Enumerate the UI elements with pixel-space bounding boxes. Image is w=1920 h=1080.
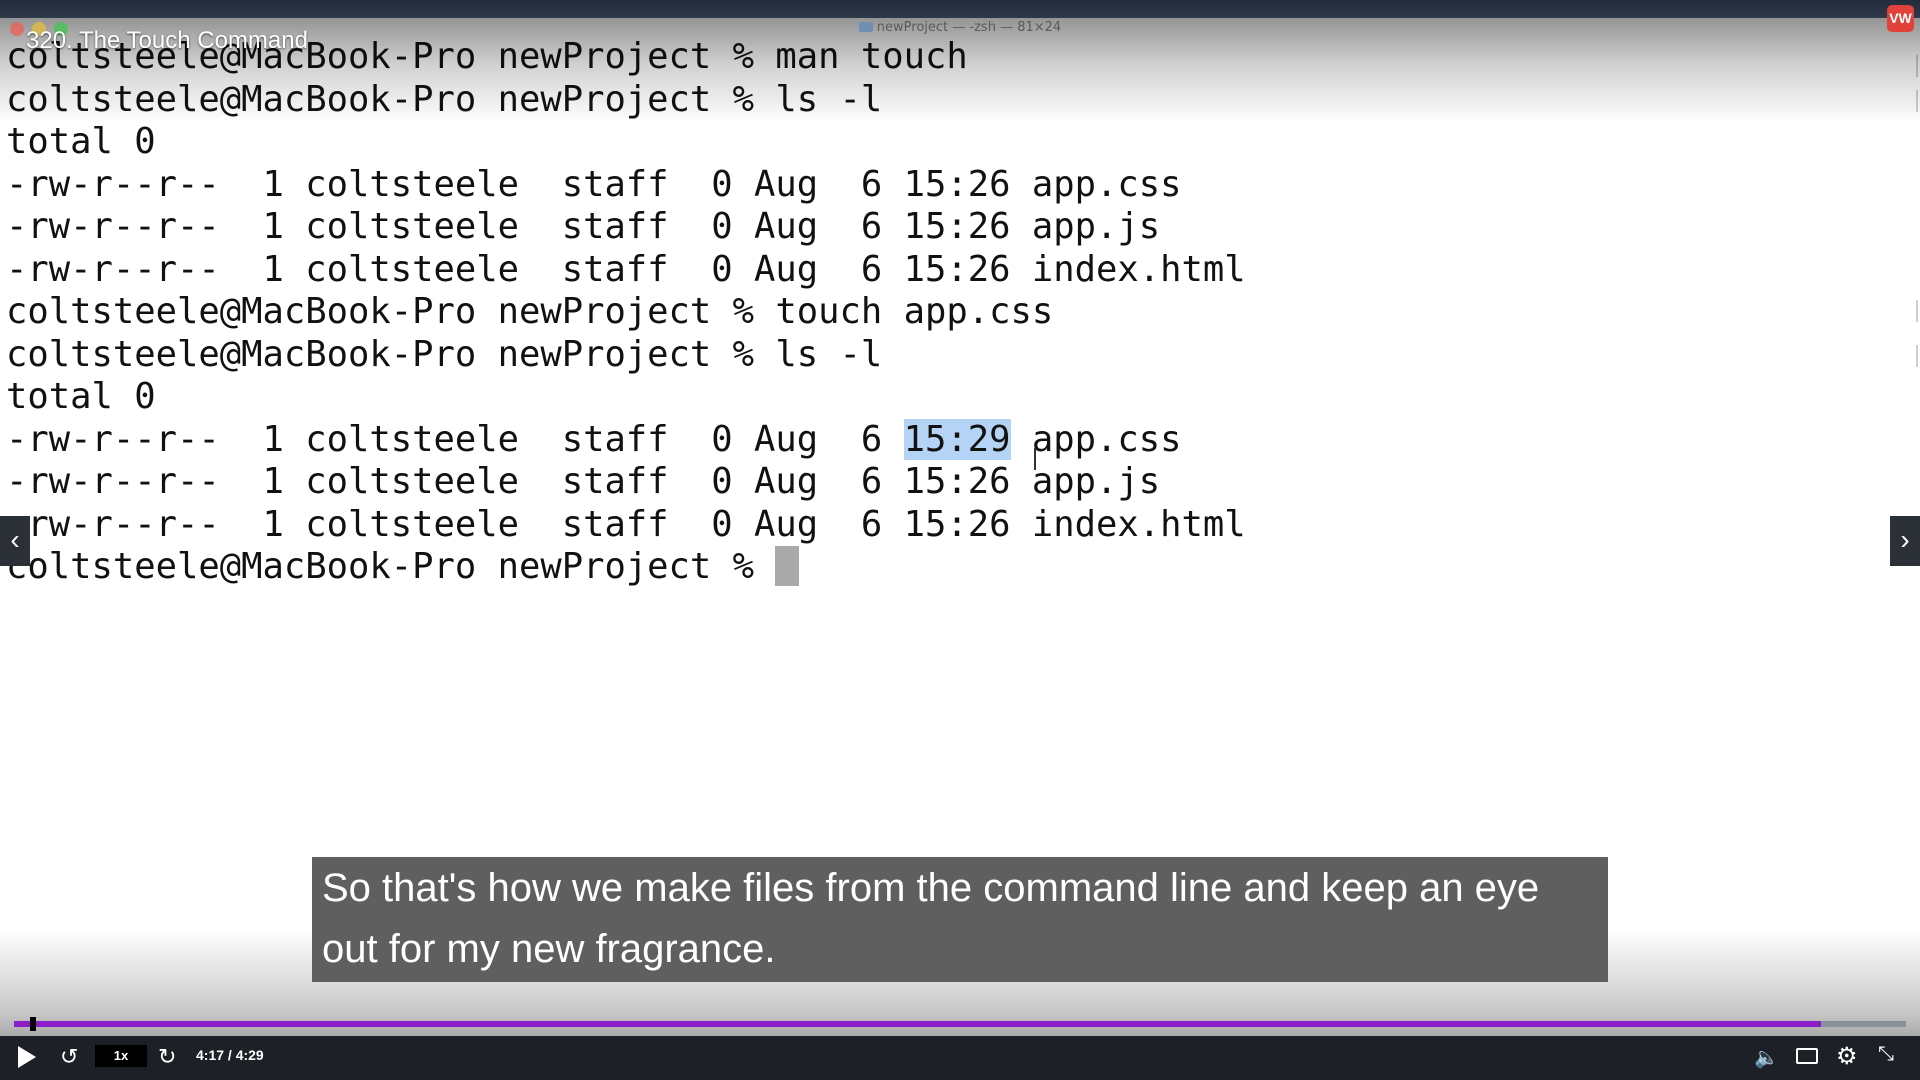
player-controls [0, 1036, 1920, 1080]
scroll-marker [1916, 300, 1918, 322]
subtitle-caption: So that's how we make files from the com… [312, 857, 1608, 982]
scroll-marker [1916, 345, 1918, 367]
terminal-line: coltsteele@MacBook-Pro newProject % ls -… [6, 333, 883, 375]
window-title-bar [0, 0, 1920, 18]
folder-icon [858, 22, 873, 32]
progress-handle[interactable] [29, 1017, 36, 1031]
lecture-title: 320. The Touch Command [26, 27, 308, 54]
progress-fill [14, 1021, 1821, 1027]
settings-icon[interactable]: ⚙ [1836, 1042, 1858, 1071]
fullscreen-icon[interactable]: ⤡ [1878, 1043, 1894, 1066]
terminal-line: total 0 [6, 121, 156, 162]
terminal-line: -rw-r--r-- 1 coltsteele staff 0 Aug 6 15… [6, 503, 1246, 545]
terminal-line: -rw-r--r-- 1 coltsteele staff 0 Aug 6 15… [6, 206, 1161, 247]
terminal-line: -rw-r--r-- 1 coltsteele staff 0 Aug 6 15… [6, 248, 1246, 290]
progress-bar[interactable] [14, 1017, 1906, 1031]
terminal-prompt-line[interactable]: coltsteele@MacBook-Pro newProject % [6, 546, 1246, 589]
terminal-cursor [775, 546, 800, 586]
terminal-line: -rw-r--r-- 1 coltsteele staff 0 Aug 6 15… [6, 163, 1182, 205]
terminal-output[interactable]: coltsteele@MacBook-Pro newProject % man … [6, 36, 1246, 589]
terminal-line-highlighted: -rw-r--r-- 1 coltsteele staff 0 Aug 6 15… [6, 418, 1246, 462]
time-display: 4:17 / 4:29 [196, 1047, 264, 1063]
terminal-line: total 0 [6, 376, 156, 417]
volume-icon[interactable]: 🔈 [1754, 1045, 1779, 1070]
rewind-icon[interactable]: ↺ [60, 1044, 78, 1070]
terminal-line: -rw-r--r-- 1 coltsteele staff 0 Aug 6 15… [6, 461, 1161, 502]
next-lecture-button[interactable]: › [1890, 516, 1920, 566]
captions-icon[interactable] [1796, 1048, 1818, 1064]
play-icon[interactable] [18, 1046, 36, 1068]
ibeam-cursor-icon [1034, 448, 1036, 470]
vw-logo-icon: VW [1887, 5, 1914, 32]
playback-speed-button[interactable]: 1x [95, 1045, 147, 1067]
terminal-line: coltsteele@MacBook-Pro newProject % touc… [6, 291, 1054, 332]
line-suffix: app.css [1010, 418, 1182, 460]
scroll-marker [1916, 55, 1918, 77]
line-prefix: -rw-r--r-- 1 coltsteele staff 0 Aug 6 [6, 418, 904, 460]
text-selection[interactable]: 15:29 [903, 418, 1011, 460]
chevron-left-icon: ‹ [10, 524, 20, 555]
previous-lecture-button[interactable]: ‹ [0, 516, 30, 566]
terminal-title-text: newProject — -zsh — 81×24 [876, 20, 1062, 35]
chevron-right-icon: › [1900, 524, 1910, 555]
terminal-line: coltsteele@MacBook-Pro newProject % ls -… [6, 78, 883, 120]
forward-icon[interactable]: ↻ [158, 1044, 176, 1070]
shell-prompt: coltsteele@MacBook-Pro newProject % [6, 546, 776, 587]
scroll-marker [1916, 90, 1918, 112]
